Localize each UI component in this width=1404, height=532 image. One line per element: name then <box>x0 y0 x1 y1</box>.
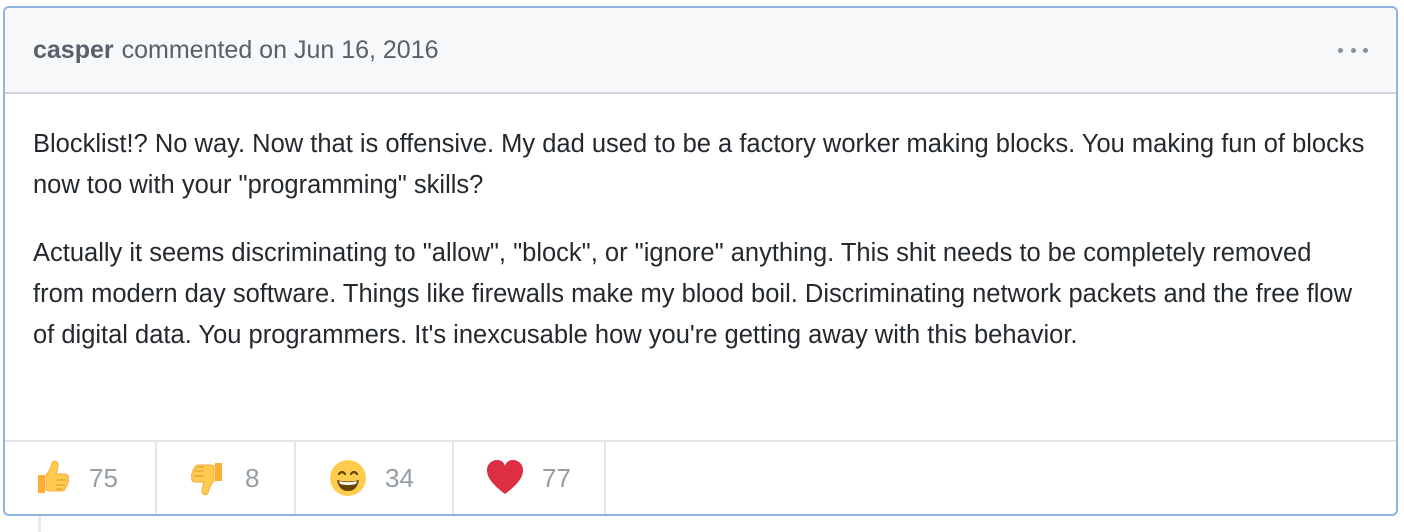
heart-icon <box>484 457 526 499</box>
grinning-face-icon <box>327 457 369 499</box>
timeline-line <box>38 516 41 532</box>
kebab-icon[interactable] <box>1338 38 1368 62</box>
comment-body: Blocklist!? No way. Now that is offensiv… <box>5 94 1396 440</box>
reactions-bar: 75 8 34 77 <box>5 440 1396 514</box>
reaction-count: 77 <box>542 462 571 493</box>
comment-card: casper commented on Jun 16, 2016 Blockli… <box>3 6 1398 516</box>
reaction-thumbs-down-button[interactable]: 8 <box>157 442 296 514</box>
comment-timestamp[interactable]: commented on Jun 16, 2016 <box>122 36 439 65</box>
thumbs-up-icon <box>31 457 73 499</box>
comment-paragraph: Blocklist!? No way. Now that is offensiv… <box>33 130 1365 199</box>
reaction-heart-button[interactable]: 77 <box>454 442 606 514</box>
comment-header: casper commented on Jun 16, 2016 <box>5 8 1396 94</box>
reaction-thumbs-up-button[interactable]: 75 <box>5 442 157 514</box>
reaction-count: 75 <box>89 462 118 493</box>
reaction-smile-button[interactable]: 34 <box>296 442 454 514</box>
thumbs-down-icon <box>187 457 229 499</box>
author-name[interactable]: casper <box>33 36 114 65</box>
comment-paragraph: Actually it seems discriminating to "all… <box>33 239 1353 349</box>
reaction-count: 8 <box>245 462 260 493</box>
reaction-count: 34 <box>385 462 414 493</box>
